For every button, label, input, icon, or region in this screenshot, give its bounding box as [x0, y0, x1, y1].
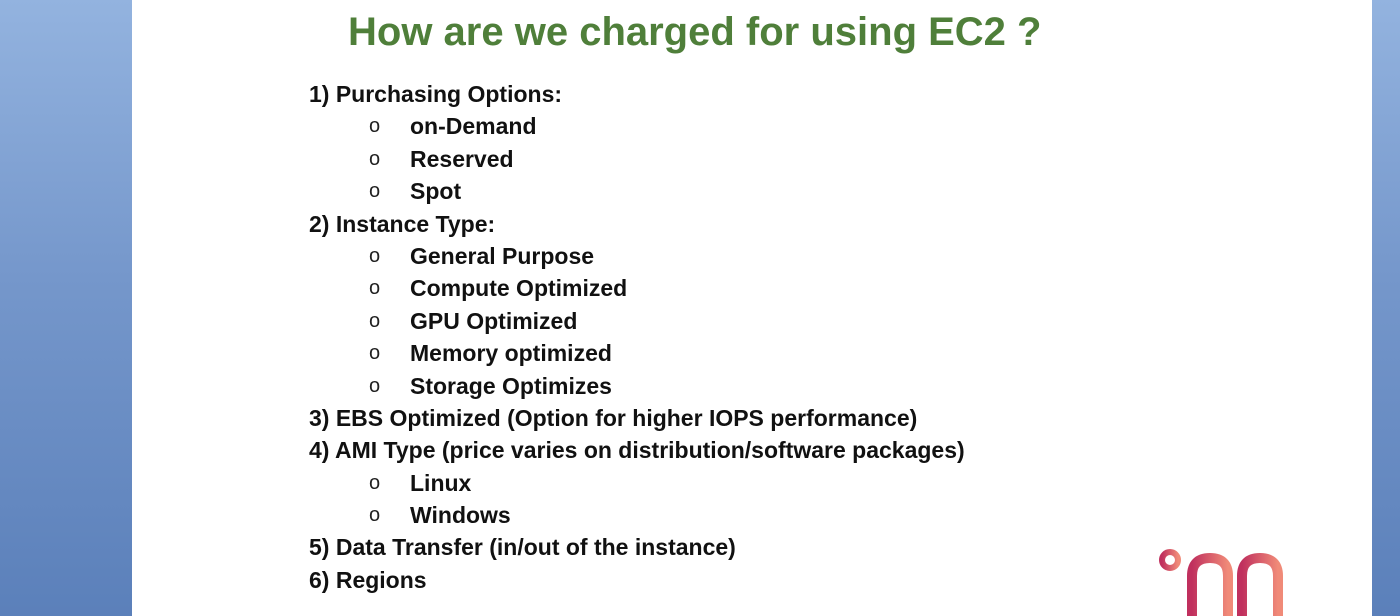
list-item: 1) Purchasing Options:: [309, 78, 965, 110]
list-item-text: Compute Optimized: [410, 275, 628, 302]
list-item-text: 5) Data Transfer (in/out of the instance…: [309, 534, 736, 561]
list-item-text: 3) EBS Optimized (Option for higher IOPS…: [309, 404, 918, 431]
list-item: o Reserved: [309, 143, 965, 175]
list-item-text: 2) Instance Type:: [309, 210, 496, 237]
hollow-bullet-icon: o: [369, 471, 381, 494]
list-item-text: 4) AMI Type (price varies on distributio…: [309, 437, 965, 464]
list-item: 2) Instance Type:: [309, 208, 965, 240]
list-item: o GPU Optimized: [309, 305, 965, 337]
list-item: o on-Demand: [309, 110, 965, 142]
list-item-text: 6) Regions: [309, 566, 427, 593]
slide-outline: 1) Purchasing Options: o on-Demand o Reser…: [309, 78, 965, 596]
list-item: o General Purpose: [309, 240, 965, 272]
hollow-bullet-icon: o: [369, 309, 381, 332]
list-item-text: Spot: [410, 178, 462, 205]
hollow-bullet-icon: o: [369, 342, 381, 365]
hollow-bullet-icon: o: [369, 244, 381, 267]
list-item-text: Windows: [410, 502, 511, 529]
slide: How are we charged for using EC2 ? 1) Pu…: [132, 0, 1372, 616]
list-item: o Storage Optimizes: [309, 370, 965, 402]
hollow-bullet-icon: o: [369, 277, 381, 300]
list-item: 5) Data Transfer (in/out of the instance…: [309, 531, 965, 563]
list-item: 4) AMI Type (price varies on distributio…: [309, 434, 965, 466]
hollow-bullet-icon: o: [369, 147, 381, 170]
list-item: o Linux: [309, 467, 965, 499]
list-item-text: General Purpose: [410, 242, 595, 269]
list-item: o Compute Optimized: [309, 272, 965, 304]
hollow-bullet-icon: o: [369, 374, 381, 397]
brand-logo-icon: [1159, 549, 1283, 616]
list-item: o Memory optimized: [309, 337, 965, 369]
presentation-background-left: [0, 0, 132, 616]
list-item: 3) EBS Optimized (Option for higher IOPS…: [309, 402, 965, 434]
list-item-text: Memory optimized: [410, 340, 612, 367]
hollow-bullet-icon: o: [369, 180, 381, 203]
list-item-text: on-Demand: [410, 113, 537, 140]
presentation-background-right: [1372, 0, 1400, 616]
list-item-text: GPU Optimized: [410, 307, 578, 334]
list-item-text: Storage Optimizes: [410, 372, 612, 399]
list-item: 6) Regions: [309, 564, 965, 596]
list-item: o Spot: [309, 175, 965, 207]
hollow-bullet-icon: o: [369, 504, 381, 527]
hollow-bullet-icon: o: [369, 115, 381, 138]
list-item-text: Reserved: [410, 145, 514, 172]
list-item-text: Linux: [410, 469, 472, 496]
list-item: o Windows: [309, 499, 965, 531]
list-item-text: 1) Purchasing Options:: [309, 81, 563, 107]
slide-title: How are we charged for using EC2 ?: [348, 10, 1042, 54]
